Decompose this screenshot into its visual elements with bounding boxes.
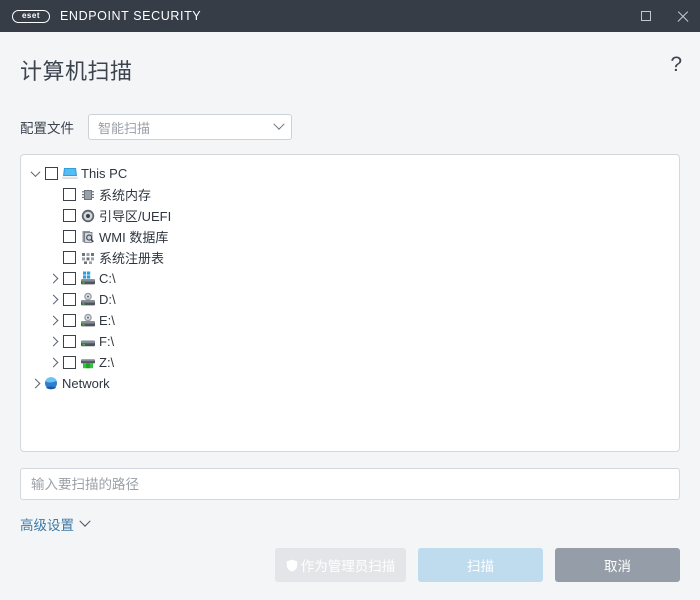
chevron-right-icon[interactable] xyxy=(45,336,61,347)
tree-row[interactable]: C:\ xyxy=(21,268,679,289)
page-title: 计算机扫描 xyxy=(20,59,133,84)
eset-logo: eset xyxy=(12,9,50,23)
tree-row[interactable]: 系统注册表 xyxy=(21,247,679,268)
tree-row[interactable]: This PC xyxy=(21,163,679,184)
scan-path-input[interactable] xyxy=(20,468,680,500)
profile-select-value: 智能扫描 xyxy=(98,120,151,136)
app-title: ENDPOINT SECURITY xyxy=(60,9,202,23)
profile-row: 配置文件 智能扫描 xyxy=(20,114,700,140)
network-drive-icon xyxy=(80,355,96,371)
tree-item-label: Z:\ xyxy=(99,355,115,370)
network-icon xyxy=(43,376,59,392)
chevron-right-icon[interactable] xyxy=(45,273,61,284)
help-icon[interactable]: ? xyxy=(670,54,682,75)
tree-item-label: WMI 数据库 xyxy=(99,230,169,245)
tree-item-label: 系统注册表 xyxy=(99,251,165,266)
close-icon xyxy=(676,10,689,23)
tree-checkbox[interactable] xyxy=(63,251,76,264)
page-header: 计算机扫描 ? xyxy=(0,32,700,86)
tree-item-label: E:\ xyxy=(99,313,115,328)
chevron-right-icon[interactable] xyxy=(45,294,61,305)
tree-checkbox[interactable] xyxy=(45,167,58,180)
title-bar: eset ENDPOINT SECURITY xyxy=(0,0,700,32)
scan-button-label: 扫描 xyxy=(467,559,494,574)
maximize-button[interactable] xyxy=(628,0,664,32)
tree-item-label: F:\ xyxy=(99,334,115,349)
memory-icon xyxy=(80,187,96,203)
tree-row[interactable]: E:\ xyxy=(21,310,679,331)
wmi-icon xyxy=(80,229,96,245)
tree-checkbox[interactable] xyxy=(63,230,76,243)
chevron-down-icon xyxy=(79,515,91,527)
tree-checkbox[interactable] xyxy=(63,209,76,222)
tree-item-label: 引导区/UEFI xyxy=(99,209,172,224)
tree-row[interactable]: F:\ xyxy=(21,331,679,352)
hard-drive-icon xyxy=(80,334,96,350)
scan-targets-tree[interactable]: This PC 系统内存引导区/UEFI WMI 数据库 系统注册表 C:\ D:\ E:\… xyxy=(20,154,680,452)
window-controls xyxy=(628,0,700,32)
tree-row[interactable]: 引导区/UEFI xyxy=(21,205,679,226)
tree-checkbox[interactable] xyxy=(63,335,76,348)
profile-label: 配置文件 xyxy=(20,121,74,136)
scan-as-admin-label: 作为管理员扫描 xyxy=(300,559,396,574)
tree-checkbox[interactable] xyxy=(63,293,76,306)
tree-checkbox[interactable] xyxy=(63,272,76,285)
tree-row[interactable]: 系统内存 xyxy=(21,184,679,205)
cancel-button-label: 取消 xyxy=(604,559,631,574)
chevron-right-icon[interactable] xyxy=(45,315,61,326)
advanced-settings-toggle[interactable]: 高级设置 xyxy=(20,514,91,534)
tree-checkbox[interactable] xyxy=(63,356,76,369)
optical-drive-icon xyxy=(80,292,96,308)
footer-actions: 作为管理员扫描 扫描 取消 xyxy=(0,548,700,582)
eset-logo-text: eset xyxy=(21,11,40,20)
close-button[interactable] xyxy=(664,0,700,32)
optical-drive-icon xyxy=(80,313,96,329)
tree-item-label: C:\ xyxy=(99,271,116,286)
tree-row[interactable]: Network xyxy=(21,373,679,394)
tree-row[interactable]: D:\ xyxy=(21,289,679,310)
scan-button[interactable]: 扫描 xyxy=(418,548,543,582)
tree-item-label: D:\ xyxy=(99,292,116,307)
boot-sector-icon xyxy=(80,208,96,224)
tree-row[interactable]: WMI 数据库 xyxy=(21,226,679,247)
cancel-button[interactable]: 取消 xyxy=(555,548,680,582)
tree-item-label: This PC xyxy=(81,166,128,181)
chevron-down-icon[interactable] xyxy=(27,167,43,178)
registry-icon xyxy=(80,250,96,266)
maximize-icon xyxy=(641,11,651,21)
scan-as-admin-button[interactable]: 作为管理员扫描 xyxy=(275,548,406,582)
tree-item-label: Network xyxy=(62,376,110,391)
tree-checkbox[interactable] xyxy=(63,314,76,327)
chevron-right-icon[interactable] xyxy=(45,357,61,368)
computer-icon xyxy=(62,166,78,182)
chevron-right-icon[interactable] xyxy=(27,378,43,389)
tree-item-label: 系统内存 xyxy=(99,188,152,203)
shield-icon xyxy=(286,559,298,572)
profile-select[interactable]: 智能扫描 xyxy=(88,114,292,140)
advanced-settings-label: 高级设置 xyxy=(20,518,74,533)
tree-checkbox[interactable] xyxy=(63,188,76,201)
tree-row[interactable]: Z:\ xyxy=(21,352,679,373)
system-drive-icon xyxy=(80,271,96,287)
chevron-down-icon xyxy=(273,118,285,130)
